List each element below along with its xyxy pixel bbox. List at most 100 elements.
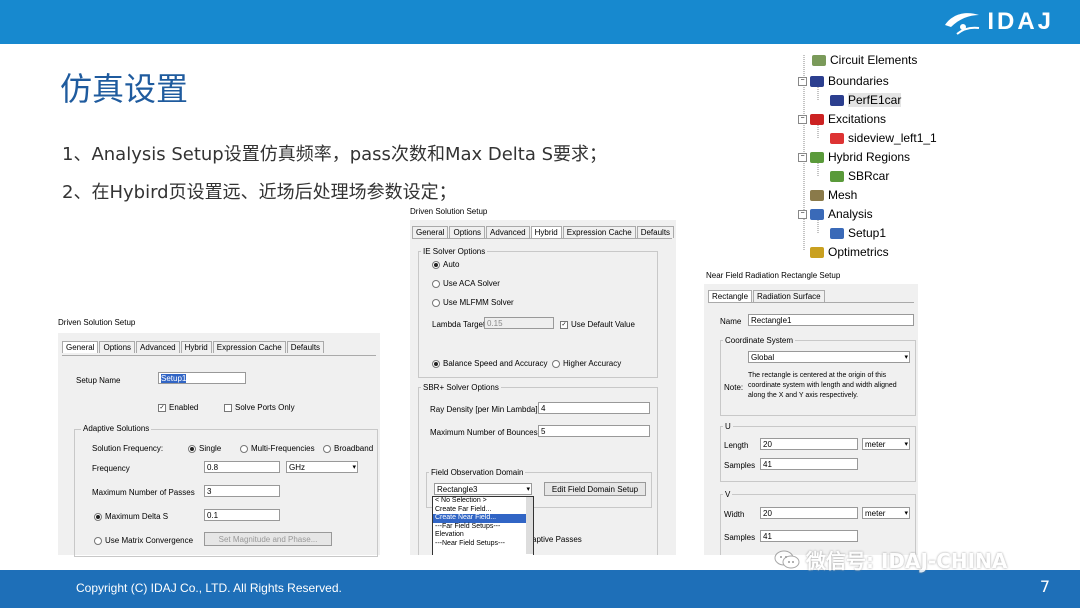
collapse-icon[interactable]: − (798, 152, 807, 162)
collapse-icon[interactable]: − (798, 76, 807, 86)
tab-rectangle[interactable]: Rectangle (708, 290, 753, 302)
setup-name-input[interactable]: Setup1 (158, 372, 246, 384)
v-samples-label: Samples (724, 533, 756, 542)
tab-defaults[interactable]: Defaults (636, 226, 675, 238)
dlg1-driven-solution-setup: General Options Advanced Hybrid Expressi… (58, 333, 380, 557)
name-input[interactable]: Rectangle1 (748, 314, 914, 326)
tab-hybrid[interactable]: Hybrid (180, 341, 212, 353)
collapse-icon[interactable]: − (798, 209, 807, 219)
analysis-icon (810, 208, 824, 220)
tab-radiation-surface[interactable]: Radiation Surface (753, 290, 825, 302)
checkmark-icon: ✓ (158, 403, 166, 412)
tree-item-circuit-elements[interactable]: Circuit Elements (812, 55, 917, 67)
dlg2-title: Driven Solution Setup (410, 207, 488, 216)
tree-item-analysis[interactable]: − Analysis (798, 207, 873, 221)
page-number: 7 (1039, 577, 1050, 596)
max-delta-radio[interactable]: Maximum Delta S (94, 512, 168, 521)
tab-options[interactable]: Options (449, 226, 486, 238)
ie-mlfmm-radio[interactable]: Use MLFMM Solver (432, 298, 514, 307)
ie-aca-radio[interactable]: Use ACA Solver (432, 279, 500, 288)
tree-item-sideview[interactable]: sideview_left1_1 (830, 131, 937, 145)
tree-item-setup1[interactable]: Setup1 (830, 226, 886, 240)
solve-ports-checkbox[interactable]: Solve Ports Only (224, 403, 295, 412)
edit-field-domain-button[interactable]: Edit Field Domain Setup (544, 482, 646, 496)
dlg1-title: Driven Solution Setup (58, 318, 136, 327)
logo-text: IDAJ (987, 8, 1054, 35)
max-bounces-input[interactable]: 5 (538, 425, 650, 437)
tab-advanced[interactable]: Advanced (486, 226, 530, 238)
tree-item-sbrcar[interactable]: SBRcar (830, 169, 889, 183)
excitations-icon (810, 113, 824, 125)
length-unit-select[interactable]: meter (862, 438, 910, 450)
tab-general[interactable]: General (412, 226, 449, 238)
lambda-target-label: Lambda Target (432, 320, 486, 329)
field-domain-select[interactable]: Rectangle3 (434, 483, 532, 495)
bullet-2: 2、在Hybird页设置远、近场后处理场参数设定； (62, 182, 457, 203)
use-default-checkbox[interactable]: ✓ Use Default Value (560, 320, 635, 329)
mesh-icon (810, 189, 824, 201)
tab-advanced[interactable]: Advanced (136, 341, 180, 353)
dlg3-tabbar: Rectangle Radiation Surface (708, 290, 826, 302)
dropdown-option[interactable]: ---Far Field Setups--- (433, 523, 533, 532)
higher-accuracy-radio[interactable]: Higher Accuracy (552, 359, 621, 368)
solution-frequency-label: Solution Frequency: (92, 444, 164, 453)
tree-item-perfe1car[interactable]: PerfE1car (830, 93, 902, 107)
frequency-unit-select[interactable]: GHz (286, 461, 358, 473)
logo-swoosh-icon (945, 13, 980, 35)
freq-broadband-radio[interactable]: Broadband (323, 444, 373, 453)
max-passes-label: Maximum Number of Passes (92, 488, 195, 497)
note-text: The rectangle is centered at the origin … (748, 372, 897, 399)
set-magnitude-button[interactable]: Set Magnitude and Phase... (204, 532, 332, 546)
tree-item-mesh[interactable]: Mesh (810, 188, 857, 202)
length-input[interactable]: 20 (760, 438, 858, 450)
tab-hybrid[interactable]: Hybrid (530, 226, 562, 238)
frequency-input[interactable]: 0.8 (204, 461, 280, 473)
dropdown-scrollbar[interactable] (526, 497, 533, 554)
ie-auto-radio[interactable]: Auto (432, 260, 459, 269)
tab-divider (62, 355, 376, 356)
v-samples-input[interactable]: 41 (760, 530, 858, 542)
dlg2-tabbar: General Options Advanced Hybrid Expressi… (412, 226, 675, 238)
collapse-icon[interactable]: − (798, 114, 807, 124)
freq-single-radio[interactable]: Single (188, 444, 221, 453)
tab-expression-cache[interactable]: Expression Cache (212, 341, 286, 353)
setup-name-label: Setup Name (76, 376, 121, 385)
perfe-boundary-icon (830, 94, 844, 106)
tab-expression-cache[interactable]: Expression Cache (562, 226, 636, 238)
enabled-checkbox[interactable]: ✓ Enabled (158, 403, 198, 412)
matrix-convergence-radio[interactable]: Use Matrix Convergence (94, 536, 193, 545)
dropdown-option-highlighted[interactable]: Create Near Field... (433, 514, 533, 523)
balance-radio[interactable]: Balance Speed and Accuracy (432, 359, 548, 368)
tree-item-excitations[interactable]: − Excitations (798, 112, 886, 126)
freq-multi-radio[interactable]: Multi-Frequencies (240, 444, 315, 453)
lambda-target-input[interactable]: 0.15 (484, 317, 554, 329)
adaptive-passes-label: aptive Passes (532, 535, 582, 544)
company-logo: IDAJ (941, 6, 1054, 38)
dropdown-option[interactable]: < No Selection > (433, 497, 533, 506)
u-samples-label: Samples (724, 461, 756, 470)
tab-defaults[interactable]: Defaults (286, 341, 325, 353)
tab-options[interactable]: Options (99, 341, 136, 353)
field-domain-dropdown-list[interactable]: < No Selection > Create Far Field... Cre… (432, 496, 534, 555)
tree-item-boundaries[interactable]: − Boundaries (798, 74, 889, 88)
hybrid-regions-icon (810, 151, 824, 163)
width-unit-select[interactable]: meter (862, 507, 910, 519)
tab-general[interactable]: General (62, 341, 99, 353)
dlg2-hybrid-setup: General Options Advanced Hybrid Expressi… (410, 220, 676, 555)
circuit-icon (812, 55, 826, 66)
dropdown-option[interactable]: ---Near Field Setups--- (433, 540, 533, 549)
max-bounces-label: Maximum Number of Bounces (430, 428, 538, 437)
coordinate-system-select[interactable]: Global (748, 351, 910, 363)
width-input[interactable]: 20 (760, 507, 858, 519)
tree-item-optimetrics[interactable]: Optimetrics (810, 245, 889, 259)
header-bar: IDAJ (0, 0, 1080, 44)
tree-item-hybrid-regions[interactable]: − Hybrid Regions (798, 150, 910, 164)
max-delta-input[interactable]: 0.1 (204, 509, 280, 521)
dropdown-option[interactable]: Elevation (433, 531, 533, 540)
dropdown-option[interactable]: Create Far Field... (433, 506, 533, 515)
ray-density-input[interactable]: 4 (538, 402, 650, 414)
note-label: Note: (724, 383, 744, 392)
max-passes-input[interactable]: 3 (204, 485, 280, 497)
u-samples-input[interactable]: 41 (760, 458, 858, 470)
ray-density-label: Ray Density [per Min Lambda] (430, 405, 538, 414)
